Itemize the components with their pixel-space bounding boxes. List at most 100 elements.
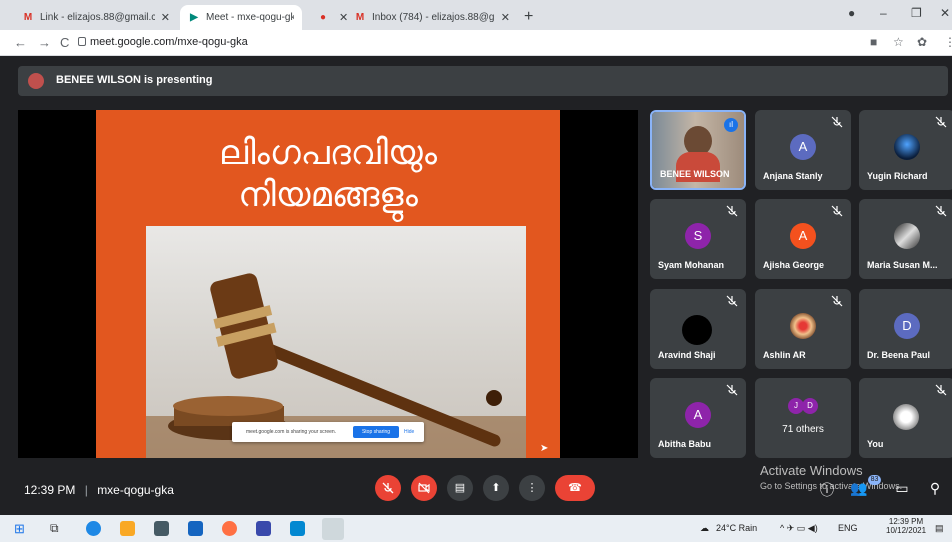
avatar: A: [790, 223, 816, 249]
meet-icon: ▶: [190, 11, 198, 23]
tab-title: Inbox (784) - elizajos.88@gmail.c: [372, 12, 495, 23]
store-icon[interactable]: [154, 521, 169, 536]
restore-icon[interactable]: ❐: [911, 6, 922, 20]
meeting-info: 12:39 PM | mxe-qogu-gka: [24, 483, 174, 497]
address-bar: ← → C meet.google.com/mxe-qogu-gka ■ ☆ ✿…: [0, 30, 952, 56]
present-button[interactable]: ⬆: [483, 475, 509, 501]
notification-icon[interactable]: ▤: [935, 523, 944, 534]
camera-toggle-button[interactable]: [411, 475, 437, 501]
presentation-stage: ലിംഗപദവിയും നിയമങ്ങളും meet.google.com i…: [18, 110, 638, 458]
slide-title-line2: നിയമങ്ങളും: [238, 175, 418, 215]
info-icon[interactable]: ⓘ: [818, 480, 836, 498]
presenting-banner: BENEE WILSON is presenting: [18, 66, 948, 96]
app-icon[interactable]: [256, 521, 271, 536]
more-vert-icon: ⋮: [526, 482, 538, 494]
language-indicator[interactable]: ENG: [838, 523, 858, 533]
participant-name: BENEE WILSON: [660, 169, 730, 179]
bookmark-star-icon[interactable]: ☆: [893, 35, 904, 49]
participant-tile[interactable]: Ashlin AR: [755, 289, 851, 369]
new-tab-button[interactable]: +: [524, 8, 533, 26]
participant-name: Ajisha George: [763, 260, 825, 270]
close-tab-icon[interactable]: ✕: [161, 11, 170, 24]
captions-button[interactable]: ▤: [447, 475, 473, 501]
chat-icon[interactable]: ▭: [893, 480, 911, 498]
people-count-badge: 83: [868, 475, 881, 485]
participant-tile[interactable]: You: [859, 378, 952, 458]
participant-name: Syam Mohanan: [658, 260, 725, 270]
participant-name: Yugin Richard: [867, 171, 928, 181]
close-window-icon[interactable]: ✕: [940, 6, 950, 20]
participant-name: Maria Susan M...: [867, 260, 938, 270]
weather-icon: ☁: [700, 523, 709, 533]
extension-icon[interactable]: ✿: [917, 35, 927, 49]
camera-off-icon: [418, 482, 430, 494]
others-count: 71 others: [782, 424, 824, 435]
edge-icon[interactable]: [86, 521, 101, 536]
task-view-icon[interactable]: ⧉: [50, 521, 65, 536]
reload-icon[interactable]: C: [60, 35, 69, 50]
participant-tile[interactable]: A Abitha Babu: [650, 378, 746, 458]
present-screen-icon: ⬆: [491, 482, 501, 494]
avatar: [790, 313, 816, 339]
minimize-icon[interactable]: –: [880, 6, 887, 20]
participant-tile[interactable]: A Ajisha George: [755, 199, 851, 279]
participant-tile[interactable]: S Syam Mohanan: [650, 199, 746, 279]
mouse-cursor: ➤: [540, 443, 549, 454]
chrome-icon[interactable]: [322, 518, 344, 540]
participant-tile[interactable]: A Anjana Stanly: [755, 110, 851, 190]
mic-off-icon: [831, 116, 843, 128]
media-icon[interactable]: [188, 521, 203, 536]
close-meet-tab[interactable]: ✕: [325, 5, 348, 30]
participant-tile[interactable]: D Dr. Beena Paul: [859, 289, 952, 369]
mic-off-icon: [726, 384, 738, 396]
slide-title: ലിംഗപദവിയും നിയമങ്ങളും: [96, 132, 560, 216]
back-icon[interactable]: ←: [14, 35, 27, 50]
gmail-icon: M: [23, 11, 33, 23]
tab-title: Link - elizajos.88@gmail.com - G: [40, 12, 155, 23]
avatar: [894, 134, 920, 160]
avatar: A: [790, 134, 816, 160]
avatar: [682, 315, 712, 345]
more-options-button[interactable]: ⋮: [519, 475, 545, 501]
participant-name: Aravind Shaji: [658, 350, 716, 360]
hide-button[interactable]: Hide: [404, 429, 414, 435]
tab-meet[interactable]: ▶ Meet - mxe-qogu-gka: [180, 5, 302, 30]
menu-icon[interactable]: ⋮: [944, 35, 952, 49]
weather-text: 24°C Rain: [716, 523, 758, 533]
tab-inbox[interactable]: M Inbox (784) - elizajos.88@gmail.c ✕: [346, 5, 518, 30]
participant-tile[interactable]: Maria Susan M...: [859, 199, 952, 279]
mic-toggle-button[interactable]: [375, 475, 401, 501]
windows-start-icon[interactable]: ⊞: [14, 521, 29, 536]
taskbar-clock[interactable]: 12:39 PM 10/12/2021: [886, 517, 926, 535]
firefox-icon[interactable]: [222, 521, 237, 536]
people-icon[interactable]: 👥: [850, 480, 868, 498]
participant-tile[interactable]: J D 71 others: [755, 378, 851, 458]
avatar: [893, 404, 919, 430]
forward-icon[interactable]: →: [38, 35, 51, 50]
close-tab-icon[interactable]: ✕: [501, 11, 510, 24]
tab-link-gmail[interactable]: M Link - elizajos.88@gmail.com - G ✕: [14, 5, 178, 30]
avatar: D: [894, 313, 920, 339]
captions-icon: ▤: [454, 482, 466, 494]
participant-name: You: [867, 439, 884, 449]
presenter-avatar: [28, 73, 44, 89]
camera-in-use-icon[interactable]: ■: [870, 35, 877, 49]
browser-tab-strip: M Link - elizajos.88@gmail.com - G ✕ ▶ M…: [0, 0, 952, 30]
leave-call-button[interactable]: ☎: [555, 475, 595, 501]
slide-title-line1: ലിംഗപദവിയും: [219, 133, 437, 173]
profile-dot-icon[interactable]: ●: [848, 6, 855, 20]
participant-tile[interactable]: Yugin Richard: [859, 110, 952, 190]
avatar: D: [802, 398, 818, 414]
participant-name: Ashlin AR: [763, 350, 806, 360]
file-explorer-icon[interactable]: [120, 521, 135, 536]
stop-sharing-button[interactable]: Stop sharing: [353, 426, 399, 438]
tray-icons[interactable]: ^ ✈ ▭ ◀): [780, 523, 818, 534]
participant-name: Anjana Stanly: [763, 171, 823, 181]
participant-tile[interactable]: Aravind Shaji: [650, 289, 746, 369]
participant-tile[interactable]: ıl BENEE WILSON: [650, 110, 746, 190]
taskbar-time: 12:39 PM: [888, 517, 924, 526]
mail-icon[interactable]: [290, 521, 305, 536]
activities-icon[interactable]: ⚲: [926, 480, 944, 498]
speaking-icon: ıl: [724, 118, 738, 132]
url-field[interactable]: meet.google.com/mxe-qogu-gka: [90, 36, 248, 48]
